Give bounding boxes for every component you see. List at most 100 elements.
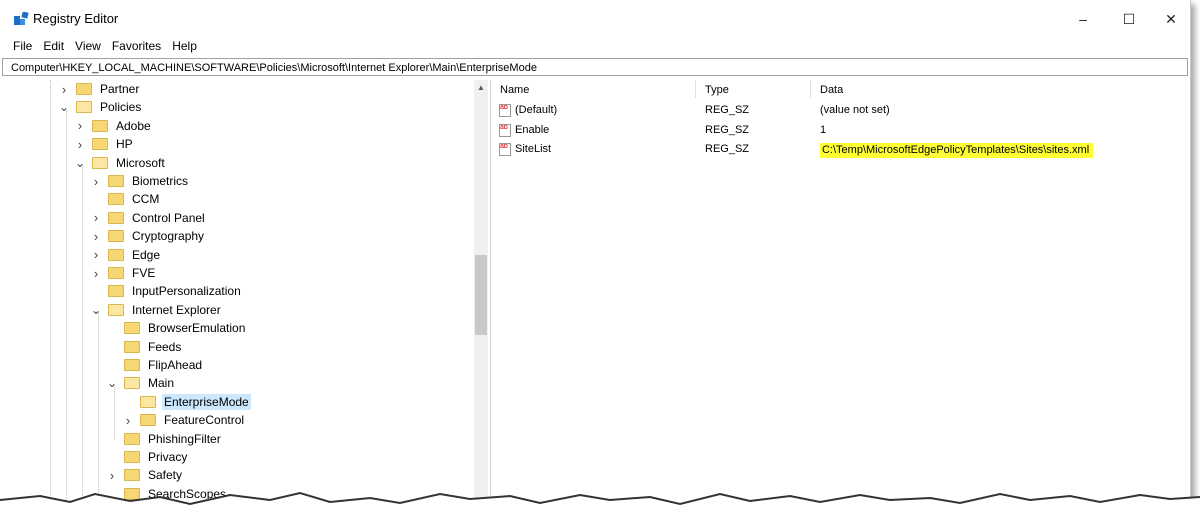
menu-help[interactable]: Help — [167, 36, 203, 56]
folder-icon — [140, 395, 156, 408]
value-row-enable[interactable]: ab Enable REG_SZ 1 — [495, 122, 1185, 140]
value-type: REG_SZ — [705, 143, 750, 155]
values-list-pane: Name Type Data ab (Default) REG_SZ (value n… — [495, 80, 1190, 510]
tree-item-label: Policies — [100, 100, 142, 115]
value-data: C:\Temp\MicrosoftEdgePolicyTemplates\Sit… — [820, 143, 1094, 158]
value-type: REG_SZ — [705, 104, 750, 116]
folder-icon — [108, 248, 124, 261]
tree-scrollbar-thumb[interactable] — [475, 255, 487, 335]
folder-icon — [124, 359, 140, 371]
close-button[interactable]: ✕ — [1148, 6, 1194, 32]
column-header-data[interactable]: Data — [820, 84, 843, 96]
value-row-default[interactable]: ab (Default) REG_SZ (value not set) — [495, 102, 1185, 120]
minimize-button[interactable]: – — [1060, 6, 1106, 32]
tree-item-featurecontrol[interactable]: › FeatureControl — [122, 411, 246, 429]
tree-item-partner[interactable]: › Partner — [58, 80, 141, 98]
tree-item-enterprisemode[interactable]: EnterpriseMode — [122, 393, 251, 411]
address-bar[interactable]: Computer\HKEY_LOCAL_MACHINE\SOFTWARE\Pol… — [2, 58, 1188, 76]
value-row-sitelist[interactable]: ab SiteList REG_SZ C:\Temp\MicrosoftEdgePol… — [495, 141, 1185, 159]
tree-item-label: PhishingFilter — [148, 431, 221, 446]
tree-item-label: HP — [116, 137, 133, 152]
menu-bar: File Edit View Favorites Help — [0, 36, 1198, 56]
chevron-right-icon[interactable]: › — [90, 264, 102, 282]
tree-item-privacy[interactable]: Privacy — [106, 448, 189, 466]
chevron-right-icon[interactable]: › — [58, 80, 70, 98]
folder-icon — [76, 83, 92, 95]
chevron-right-icon[interactable]: › — [74, 117, 86, 135]
folder-icon — [76, 101, 92, 114]
tree-guide-line — [66, 110, 67, 510]
tree-item-label: Safety — [148, 468, 183, 483]
tree-item-adobe[interactable]: › Adobe — [74, 117, 153, 135]
chevron-down-icon[interactable]: ⌄ — [90, 301, 102, 319]
chevron-right-icon[interactable]: › — [106, 466, 118, 484]
scroll-up-arrow-icon[interactable]: ▲ — [474, 80, 488, 96]
tree-item-phishingfilter[interactable]: PhishingFilter — [106, 430, 223, 448]
value-name: Enable — [515, 123, 550, 136]
tree-item-label: Feeds — [148, 339, 182, 354]
tree-item-flipahead[interactable]: FlipAhead — [106, 356, 204, 374]
chevron-right-icon[interactable]: › — [90, 246, 102, 264]
tree-item-label: Privacy — [148, 450, 188, 464]
chevron-down-icon[interactable]: ⌄ — [58, 98, 70, 116]
chevron-right-icon[interactable]: › — [122, 411, 134, 429]
tree-item-biometrics[interactable]: › Biometrics — [90, 172, 190, 190]
tree-item-microsoft[interactable]: ⌄ Microsoft — [74, 154, 167, 172]
menu-edit[interactable]: Edit — [38, 36, 70, 56]
column-header-name[interactable]: Name — [500, 84, 529, 96]
tree-item-label: Main — [148, 376, 175, 391]
value-name: (Default) — [515, 104, 558, 116]
chevron-down-icon[interactable]: ⌄ — [74, 154, 86, 172]
chevron-right-icon[interactable]: › — [90, 209, 102, 227]
title-bar[interactable]: Registry Editor – ☐ ✕ — [0, 0, 1190, 36]
tree-item-policies[interactable]: ⌄ Policies — [58, 98, 143, 116]
string-value-icon: ab — [499, 123, 511, 137]
folder-icon — [108, 230, 124, 243]
folder-icon — [124, 451, 140, 463]
tree-item-hp[interactable]: › HP — [74, 135, 135, 153]
tree-item-edge[interactable]: › Edge — [90, 246, 162, 264]
tree-item-feeds[interactable]: Feeds — [106, 338, 183, 356]
tree-item-main[interactable]: ⌄ Main — [106, 374, 176, 392]
torn-edge-decoration — [0, 491, 1200, 516]
column-header-type[interactable]: Type — [705, 84, 729, 96]
key-tree-pane: › Partner ⌄ Policies › Adobe › HP ⌄ Microsoft › Bio… — [0, 80, 491, 510]
folder-icon — [108, 285, 124, 298]
chevron-right-icon[interactable]: › — [90, 172, 102, 190]
folder-icon — [92, 119, 108, 132]
tree-item-internet-explorer[interactable]: ⌄ Internet Explorer — [90, 301, 223, 319]
tree-item-label: Internet Explorer — [132, 302, 221, 317]
window-title: Registry Editor — [33, 11, 119, 26]
folder-icon — [140, 414, 156, 427]
maximize-button[interactable]: ☐ — [1106, 6, 1152, 32]
tree-item-cryptography[interactable]: › Cryptography — [90, 227, 206, 245]
tree-item-label: InputPersonalization — [132, 284, 241, 299]
tree-item-label: Cryptography — [132, 229, 205, 244]
chevron-right-icon[interactable]: › — [74, 135, 86, 153]
menu-favorites[interactable]: Favorites — [107, 36, 167, 56]
chevron-down-icon[interactable]: ⌄ — [106, 374, 118, 392]
tree-item-label: Edge — [132, 247, 161, 262]
tree-guide-line — [98, 312, 99, 510]
tree-guide-line — [50, 80, 51, 510]
folder-icon — [108, 211, 124, 224]
chevron-right-icon[interactable]: › — [90, 227, 102, 245]
column-separator[interactable] — [695, 80, 696, 98]
tree-item-control-panel[interactable]: › Control Panel — [90, 209, 207, 227]
tree-item-safety[interactable]: › Safety — [106, 466, 184, 484]
tree-item-browseremulation[interactable]: BrowserEmulation — [106, 319, 247, 337]
tree-item-fve[interactable]: › FVE — [90, 264, 157, 282]
tree-item-inputpersonalization[interactable]: InputPersonalization — [90, 282, 243, 300]
tree-item-label: FlipAhead — [148, 358, 203, 372]
menu-file[interactable]: File — [8, 36, 38, 56]
tree-item-ccm[interactable]: CCM — [90, 190, 161, 208]
registry-editor-window: Registry Editor – ☐ ✕ File Edit View Fav… — [0, 0, 1191, 510]
menu-view[interactable]: View — [70, 36, 107, 56]
column-separator[interactable] — [810, 80, 811, 98]
tree-item-label: Control Panel — [132, 210, 205, 225]
